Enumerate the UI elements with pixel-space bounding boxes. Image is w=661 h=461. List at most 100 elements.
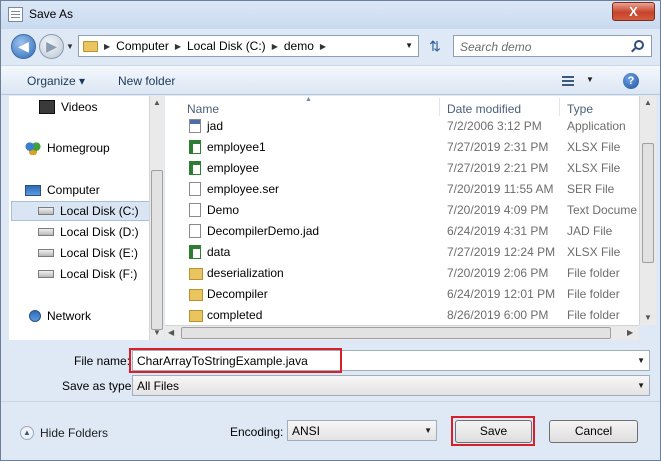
close-button[interactable]: X — [612, 2, 655, 21]
computer-icon — [25, 184, 41, 196]
document-icon — [189, 182, 201, 196]
views-dropdown-icon[interactable]: ▼ — [586, 75, 594, 84]
folder-icon — [189, 289, 203, 301]
forward-button[interactable]: ▶ — [39, 34, 64, 59]
column-header-type[interactable]: Type — [567, 102, 593, 116]
sidebar-item-local-disk-c[interactable]: Local Disk (C:) — [11, 201, 155, 221]
dialog-title: Save As — [29, 7, 74, 21]
column-divider[interactable] — [439, 98, 440, 116]
scroll-down-icon[interactable]: ▼ — [153, 328, 161, 337]
scroll-up-icon[interactable]: ▲ — [644, 98, 652, 107]
navigation-scroll-thumb[interactable] — [151, 170, 163, 330]
command-toolbar: Organize ▾ New folder ▼ ? — [1, 65, 660, 95]
breadcrumb-local-disk-c[interactable]: Local Disk (C:) — [187, 39, 266, 53]
chevron-right-icon[interactable]: ▶ — [272, 42, 278, 51]
scroll-right-icon[interactable]: ▶ — [627, 328, 633, 337]
breadcrumb-computer[interactable]: Computer — [116, 39, 169, 53]
search-box[interactable]: Search demo — [453, 35, 652, 57]
hide-folders-label: Hide Folders — [40, 426, 109, 440]
file-type: Text Docume — [567, 203, 638, 217]
chevron-right-icon[interactable]: ▶ — [104, 42, 110, 51]
address-bar[interactable]: ▶ Computer ▶ Local Disk (C:) ▶ demo ▶ ▼ — [78, 35, 419, 57]
title-bar: Save As X — [1, 1, 660, 29]
breadcrumb-demo[interactable]: demo — [284, 39, 314, 53]
views-icon[interactable] — [562, 76, 574, 86]
file-row[interactable]: Demo 7/20/2019 4:09 PM Text Docume — [165, 200, 639, 221]
sidebar-item-network[interactable]: Network — [29, 306, 91, 326]
file-list-horizontal-thumb[interactable] — [181, 327, 611, 339]
scroll-left-icon[interactable]: ◀ — [168, 328, 174, 337]
network-icon — [29, 310, 41, 322]
back-button[interactable]: ◀ — [11, 34, 36, 59]
file-name: data — [207, 245, 231, 259]
chevron-down-icon[interactable]: ▼ — [637, 356, 645, 365]
file-name-label: File name: — [74, 354, 131, 368]
application-icon — [189, 119, 201, 133]
sort-ascending-icon: ▲ — [305, 96, 312, 103]
file-date: 7/20/2019 4:09 PM — [447, 203, 549, 217]
search-icon[interactable] — [634, 40, 644, 50]
scroll-down-icon[interactable]: ▼ — [644, 313, 652, 322]
file-date: 7/27/2019 12:24 PM — [447, 245, 556, 259]
hide-folders-button[interactable]: ▲ Hide Folders — [20, 426, 108, 440]
sidebar-item-computer[interactable]: Computer — [25, 180, 100, 200]
disk-icon — [38, 270, 54, 278]
file-name: jad — [207, 119, 224, 133]
file-list-scroll-thumb[interactable] — [642, 143, 654, 263]
file-row[interactable]: DecompilerDemo.jad 6/24/2019 4:31 PM JAD… — [165, 221, 639, 242]
file-row[interactable]: Decompiler 6/24/2019 12:01 PM File folde… — [165, 284, 639, 305]
file-type: File folder — [567, 266, 620, 280]
file-name: employee — [207, 161, 260, 175]
file-list-vertical-scrollbar[interactable]: ▲ ▼ — [639, 96, 656, 325]
folder-icon — [189, 268, 203, 280]
sidebar-item-homegroup[interactable]: Homegroup — [25, 138, 110, 158]
file-name: DecompilerDemo.jad — [207, 224, 320, 238]
file-row[interactable]: employee1 7/27/2019 2:31 PM XLSX File — [165, 137, 639, 158]
navigation-scrollbar[interactable]: ▲ ▼ — [149, 96, 164, 340]
sidebar-item-label: Local Disk (F:) — [60, 267, 138, 281]
chevron-right-icon[interactable]: ▶ — [320, 42, 326, 51]
file-name-highlight — [129, 348, 342, 373]
help-icon[interactable]: ? — [623, 73, 639, 89]
scroll-up-icon[interactable]: ▲ — [153, 98, 161, 107]
file-name: employee.ser — [207, 182, 280, 196]
navigation-pane: Videos Homegroup Computer Local Disk (C:… — [9, 96, 155, 340]
file-list-horizontal-scrollbar[interactable]: ◀ ▶ — [165, 325, 639, 340]
column-header-date-modified[interactable]: Date modified — [447, 102, 521, 116]
folder-icon — [83, 40, 98, 52]
file-row[interactable]: deserialization 7/20/2019 2:06 PM File f… — [165, 263, 639, 284]
sidebar-item-local-disk-d[interactable]: Local Disk (D:) — [38, 222, 139, 242]
file-name: employee1 — [207, 140, 266, 154]
folder-icon — [189, 310, 203, 322]
search-input[interactable]: Search demo — [460, 40, 531, 54]
chevron-right-icon[interactable]: ▶ — [175, 42, 181, 51]
file-date: 7/2/2006 3:12 PM — [447, 119, 542, 133]
file-row[interactable]: jad 7/2/2006 3:12 PM Application — [165, 116, 639, 137]
chevron-down-icon[interactable]: ▼ — [637, 381, 645, 390]
save-as-type-select[interactable]: All Files ▼ — [132, 375, 650, 396]
file-name: Demo — [207, 203, 240, 217]
new-folder-button[interactable]: New folder — [118, 74, 175, 88]
file-row[interactable]: data 7/27/2019 12:24 PM XLSX File — [165, 242, 639, 263]
file-date: 8/26/2019 6:00 PM — [447, 308, 549, 322]
chevron-down-icon[interactable]: ▼ — [424, 426, 432, 435]
file-row[interactable]: employee.ser 7/20/2019 11:55 AM SER File — [165, 179, 639, 200]
column-header-name[interactable]: Name — [187, 102, 219, 116]
column-divider[interactable] — [559, 98, 560, 116]
file-row[interactable]: employee 7/27/2019 2:21 PM XLSX File — [165, 158, 639, 179]
file-type: File folder — [567, 287, 620, 301]
sidebar-item-local-disk-e[interactable]: Local Disk (E:) — [38, 243, 138, 263]
refresh-button[interactable]: ⇅ — [423, 35, 447, 57]
sidebar-item-videos[interactable]: Videos — [39, 97, 97, 117]
file-type: SER File — [567, 182, 615, 196]
address-dropdown-icon[interactable]: ▼ — [405, 41, 413, 50]
recent-locations-dropdown-icon[interactable]: ▼ — [66, 42, 74, 51]
encoding-select[interactable]: ANSI ▼ — [287, 420, 437, 441]
file-row[interactable]: completed 8/26/2019 6:00 PM File folder — [165, 305, 639, 325]
cancel-button[interactable]: Cancel — [549, 420, 638, 443]
file-date: 7/27/2019 2:31 PM — [447, 140, 549, 154]
sidebar-item-label: Local Disk (D:) — [60, 225, 139, 239]
organize-button[interactable]: Organize ▾ — [27, 74, 85, 88]
sidebar-item-local-disk-f[interactable]: Local Disk (F:) — [38, 264, 137, 284]
file-name: completed — [207, 308, 263, 322]
